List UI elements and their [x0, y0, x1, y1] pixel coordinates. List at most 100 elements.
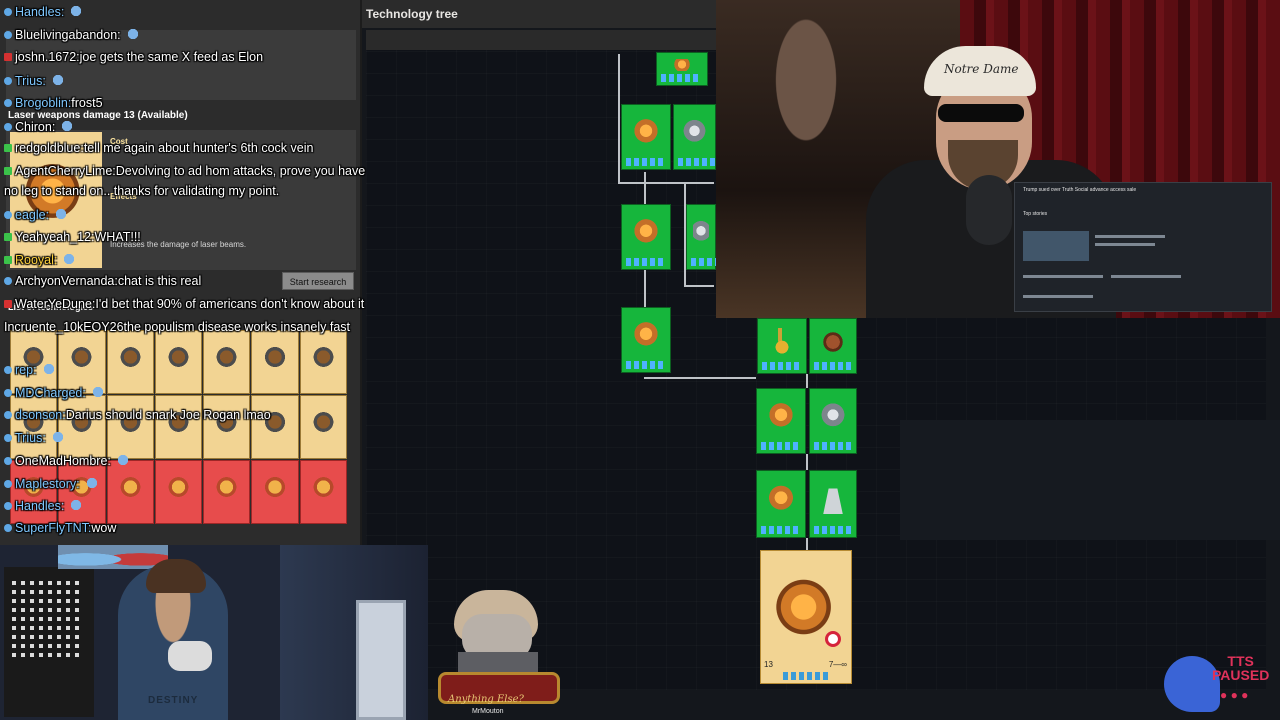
chat-username[interactable]: Handles:	[15, 5, 64, 19]
tree-connector	[644, 172, 646, 206]
tech-card[interactable]	[809, 388, 857, 454]
tech-card[interactable]	[757, 318, 807, 374]
emote-icon	[113, 453, 132, 467]
science-packs	[814, 362, 854, 370]
chat-message: ArchyonVernanda:chat is this real	[4, 274, 201, 289]
chat-text: no leg to stand on.. thanks for validati…	[4, 184, 280, 198]
chat-message: Trius:	[4, 430, 67, 446]
chat-username[interactable]: joshn.1672:	[15, 50, 80, 64]
tree-connector	[644, 377, 756, 379]
chat-username[interactable]: dsonson:	[15, 408, 66, 422]
chat-username[interactable]: AgentCherryLime:	[15, 164, 116, 178]
shirt-text: DESTINY	[148, 695, 199, 706]
cone-icon	[822, 483, 844, 517]
tts-paused-badge: TTS PAUSED ● ● ●	[1164, 650, 1278, 716]
chat-text: frost5	[71, 96, 103, 110]
emote-icon	[39, 362, 58, 376]
chat-message: MDCharged:	[4, 385, 107, 401]
chat-username[interactable]: Incruente_10kEOY26	[4, 320, 124, 334]
science-packs	[761, 442, 801, 450]
chat-message: Chiron:	[4, 119, 77, 135]
chat-username[interactable]: Maplestory:	[15, 477, 80, 491]
chat-username[interactable]: Yeahyeah_12:	[15, 230, 94, 244]
emote-icon	[123, 27, 142, 41]
chat-username[interactable]: MDCharged:	[15, 386, 86, 400]
tree-connector	[618, 182, 714, 184]
chat-message: AgentCherryLime:Devolving to ad hom atta…	[4, 164, 365, 179]
tree-connector	[684, 285, 714, 287]
laser-turret-icon	[763, 395, 799, 439]
tech-card[interactable]	[756, 470, 806, 538]
badge-icon	[4, 434, 12, 442]
news-section: Top stories	[1023, 211, 1048, 217]
chat-username[interactable]: SuperFlyTNT:	[15, 521, 91, 535]
chat-username[interactable]: Chiron:	[15, 120, 55, 134]
badge-icon	[4, 524, 12, 532]
science-packs	[814, 526, 854, 534]
badge-icon	[4, 167, 12, 175]
chat-message: WaterYeDune:I'd bet that 90% of american…	[4, 297, 364, 312]
tech-card[interactable]	[621, 104, 671, 170]
chat-username[interactable]: WaterYeDune:	[15, 297, 95, 311]
news-headline: Trump sued over Truth Social advance acc…	[1023, 187, 1137, 193]
science-packs	[661, 74, 701, 82]
chat-text: the populism disease works insanely fast	[123, 320, 351, 334]
sunglasses	[938, 104, 1024, 122]
microphone	[168, 641, 212, 671]
chat-text: Devolving to ad hom attacks, prove you h…	[115, 164, 366, 178]
emote-icon	[60, 252, 79, 266]
emote-icon	[48, 430, 67, 444]
chat-message: SuperFlyTNT:wow	[4, 521, 116, 536]
news-text-line	[1095, 235, 1165, 238]
tts-dots: ● ● ●	[1220, 688, 1249, 702]
chat-text: I'd bet that 90% of americans don't know…	[95, 297, 365, 311]
emote-icon	[82, 476, 101, 490]
laser-turret-icon	[763, 477, 799, 523]
tech-card[interactable]	[756, 388, 806, 454]
plush-toys	[58, 545, 168, 569]
emote-icon	[88, 385, 107, 399]
tts-label-line1: TTS	[1227, 653, 1254, 669]
selected-tech-card[interactable]: 13 7—∞	[760, 550, 852, 684]
tech-card[interactable]	[621, 307, 671, 373]
chat-username[interactable]: redgoldblue:	[15, 141, 84, 155]
laser-turret-icon	[628, 211, 664, 255]
ore-icon	[816, 325, 850, 359]
science-packs	[626, 361, 666, 369]
badge-icon	[4, 99, 12, 107]
chat-message: no leg to stand on.. thanks for validati…	[4, 184, 279, 199]
tech-card[interactable]	[621, 204, 671, 270]
chat-username[interactable]: Rooyal:	[15, 253, 57, 267]
chat-username[interactable]: rep:	[15, 363, 37, 377]
laser-turret-icon	[628, 111, 664, 155]
chat-text: tell me again about hunter's 6th cock ve…	[83, 141, 314, 155]
armor-icon	[816, 395, 850, 439]
badge-icon	[4, 211, 12, 219]
chat-username[interactable]: ArchyonVernanda:	[15, 274, 118, 288]
news-text-line	[1111, 275, 1181, 278]
chat-message: Brogoblin:frost5	[4, 96, 103, 111]
science-packs	[783, 672, 831, 680]
chat-message: Maplestory:	[4, 476, 101, 492]
chat-username[interactable]: eagle:	[15, 208, 49, 222]
tech-card[interactable]	[686, 204, 731, 270]
chat-username[interactable]: Handles:	[15, 499, 64, 513]
chat-username[interactable]: Bluelivingabandon:	[15, 28, 121, 42]
chat-username[interactable]: Trius:	[15, 431, 46, 445]
tech-card[interactable]	[809, 470, 857, 538]
news-text-line	[1023, 295, 1093, 298]
chat-username[interactable]: Brogoblin:	[15, 96, 71, 110]
badge-icon	[4, 256, 12, 264]
chat-text: Darius should snark Joe Rogan lmao	[65, 408, 271, 422]
tech-card[interactable]	[673, 104, 718, 170]
tech-card[interactable]	[656, 52, 708, 86]
news-thumbnail	[1023, 231, 1089, 261]
chat-message: Rooyal:	[4, 252, 79, 268]
tech-tree-strip	[900, 420, 1280, 540]
chat-username[interactable]: OneMadHombre:	[15, 454, 111, 468]
chat-text: wow	[91, 521, 117, 535]
badge-icon	[4, 366, 12, 374]
tech-card[interactable]	[809, 318, 857, 374]
badge-icon	[4, 480, 12, 488]
chat-username[interactable]: Trius:	[15, 74, 46, 88]
